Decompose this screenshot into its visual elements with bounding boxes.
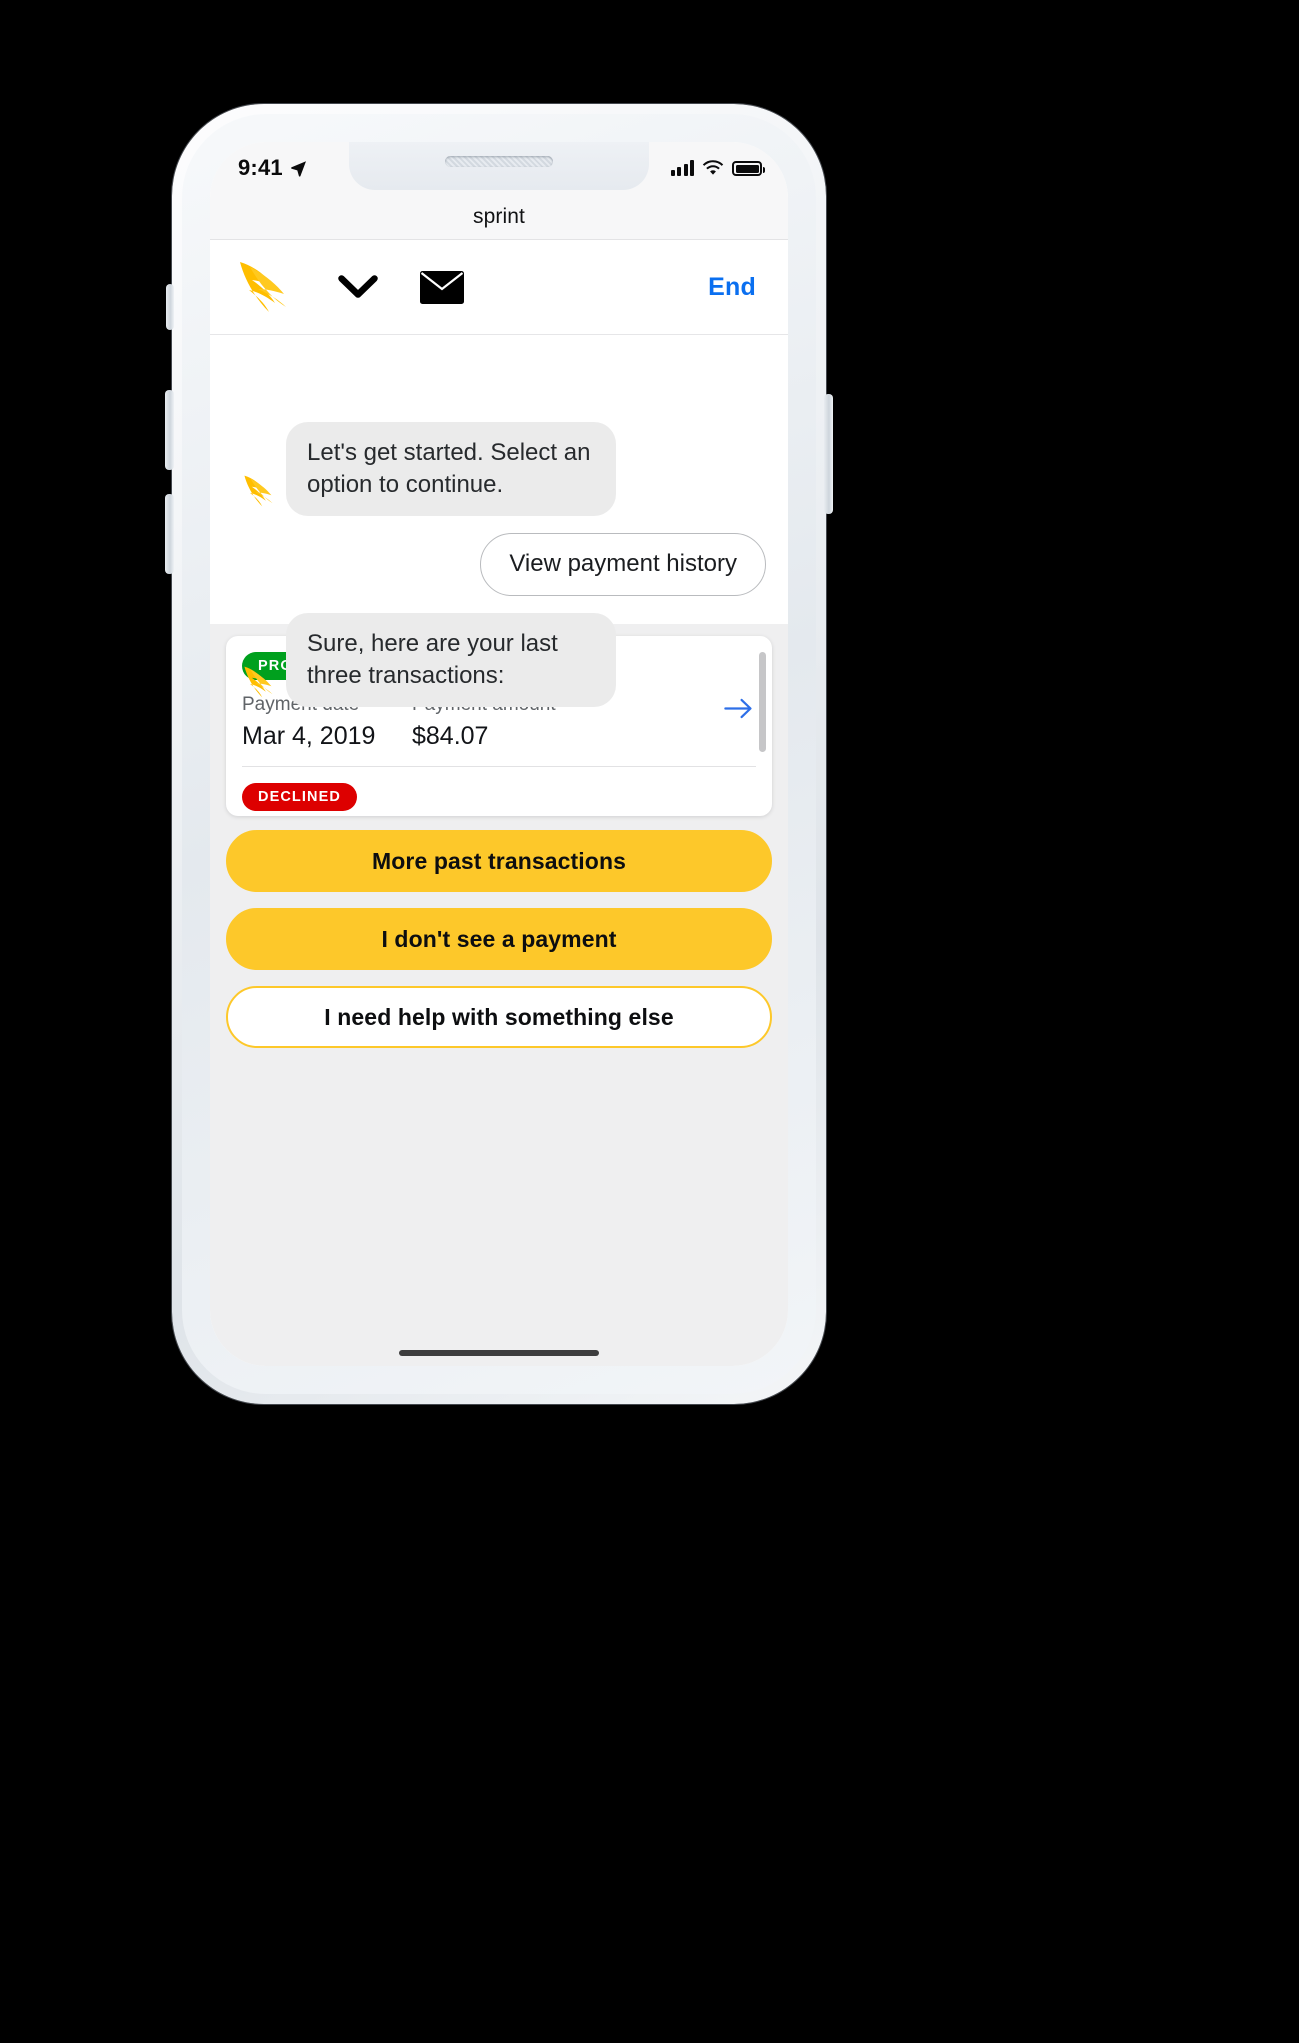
screenshot-stage: 9:41 sprint End Let's get started. Selec… <box>0 0 1299 2043</box>
wifi-icon <box>702 160 724 175</box>
status-bar-left: 9:41 <box>238 155 307 181</box>
volume-down-button[interactable] <box>165 494 174 574</box>
sprint-pinwheel-logo <box>244 667 273 698</box>
power-button[interactable] <box>824 394 833 514</box>
payment-date-value: Mar 4, 2019 <box>242 721 376 750</box>
payment-amount-value: $84.07 <box>412 721 489 750</box>
quick-reply-actions: More past transactions I don't see a pay… <box>226 830 772 1048</box>
app-title: sprint <box>473 204 525 228</box>
chat-bubble-bot: Let's get started. Select an option to c… <box>286 422 616 517</box>
status-time: 9:41 <box>238 155 283 180</box>
message-row-bot-response: Sure, here are your last three transacti… <box>232 613 766 708</box>
more-past-transactions-button[interactable]: More past transactions <box>226 830 772 892</box>
cellular-signal-icon <box>670 160 694 176</box>
notch <box>349 142 649 190</box>
phone-screen: 9:41 sprint End Let's get started. Selec… <box>210 142 788 1366</box>
end-chat-button[interactable]: End <box>708 273 756 302</box>
need-help-button[interactable]: I need help with something else <box>226 986 772 1048</box>
chevron-down-icon[interactable] <box>338 274 378 300</box>
chat-bubble-user[interactable]: View payment history <box>480 533 766 597</box>
app-title-bar: sprint <box>210 194 788 240</box>
sprint-pinwheel-logo <box>240 262 286 312</box>
lower-panel: PROCESSED Payment date Mar 4, 2019 Payme… <box>210 624 788 1366</box>
message-row-bot-greeting: Let's get started. Select an option to c… <box>232 422 766 517</box>
status-bar-right <box>670 160 765 176</box>
location-arrow-icon <box>290 160 306 177</box>
chat-bubble-bot: Sure, here are your last three transacti… <box>286 613 616 708</box>
envelope-icon[interactable] <box>420 270 464 304</box>
sprint-pinwheel-logo <box>244 476 273 507</box>
message-row-user-reply: View payment history <box>232 533 766 597</box>
volume-up-button[interactable] <box>165 390 174 470</box>
dont-see-payment-button[interactable]: I don't see a payment <box>226 908 772 970</box>
mute-switch[interactable] <box>166 284 174 330</box>
phone-frame: 9:41 sprint End Let's get started. Selec… <box>165 104 833 1404</box>
nav-header: End <box>210 240 788 335</box>
battery-full-icon <box>732 161 765 176</box>
conversation-thread: Let's get started. Select an option to c… <box>210 336 788 708</box>
earpiece-speaker <box>445 156 553 167</box>
transaction-row[interactable]: DECLINED Payment date Mar 4, 2019 Paymen… <box>242 766 756 816</box>
home-indicator[interactable] <box>399 1350 599 1356</box>
status-badge: DECLINED <box>242 783 357 812</box>
